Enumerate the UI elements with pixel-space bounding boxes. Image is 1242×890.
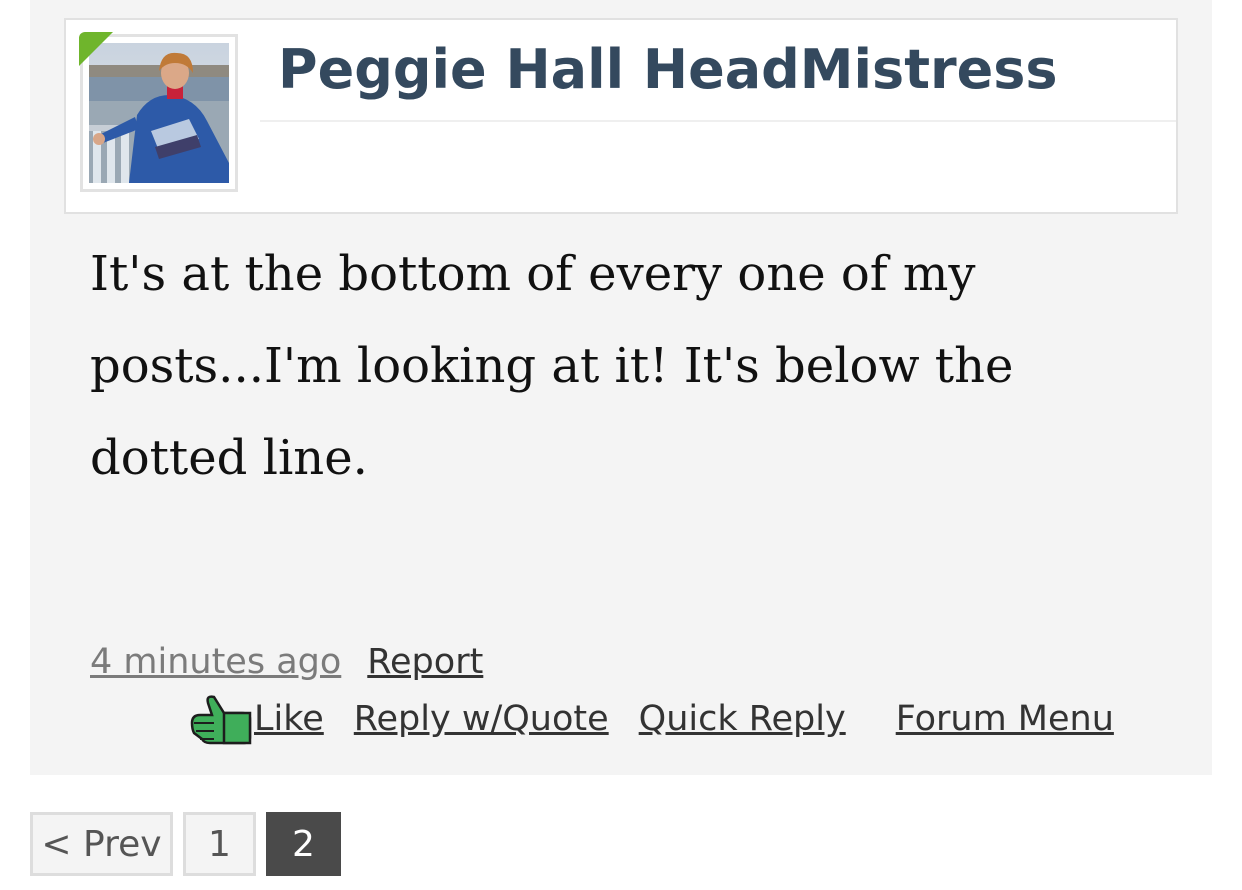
prev-page-button[interactable]: < Prev — [30, 812, 173, 876]
header-divider — [260, 120, 1176, 122]
post-body: It's at the bottom of every one of my po… — [90, 246, 1014, 486]
post-meta: 4 minutes ago Report — [90, 642, 483, 682]
report-link[interactable]: Report — [367, 642, 483, 682]
online-status-indicator — [79, 32, 113, 66]
post-author-header: Peggie Hall HeadMistress — [64, 18, 1178, 214]
page-2-button-current[interactable]: 2 — [266, 812, 341, 876]
page-1-button[interactable]: 1 — [183, 812, 256, 876]
reply-with-quote-link[interactable]: Reply w/Quote — [354, 699, 609, 739]
post-author-name[interactable]: Peggie Hall HeadMistress — [278, 38, 1058, 101]
pagination: < Prev 1 2 — [30, 812, 341, 876]
forum-post: Peggie Hall HeadMistress It's at the bot… — [30, 0, 1212, 775]
quick-reply-link[interactable]: Quick Reply — [639, 699, 846, 739]
thumbs-up-icon[interactable] — [190, 693, 252, 745]
like-link[interactable]: Like — [254, 699, 324, 739]
post-timestamp-link[interactable]: 4 minutes ago — [90, 642, 341, 682]
post-actions: Like Reply w/Quote Quick Reply Forum Menu — [190, 693, 1114, 745]
forum-menu-link[interactable]: Forum Menu — [896, 699, 1114, 739]
